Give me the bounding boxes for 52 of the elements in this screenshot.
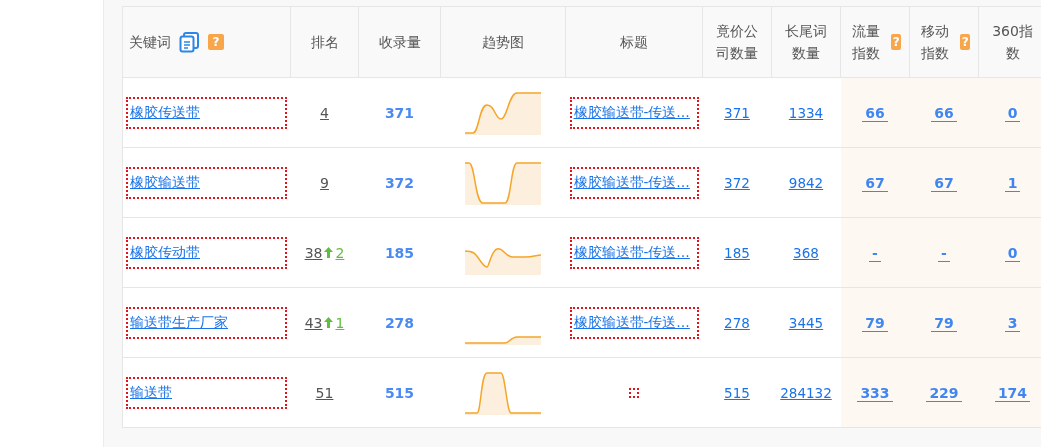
column-header: 标题: [620, 33, 648, 52]
indexed-count: 371: [384, 104, 415, 121]
indexed-count: 185: [384, 244, 415, 261]
index-360-link[interactable]: 0: [1004, 104, 1021, 122]
column-header: 竟价公司数量: [715, 22, 759, 63]
rank-link[interactable]: 9: [320, 174, 329, 191]
column-header: 流量指数: [851, 22, 882, 63]
index-360-link[interactable]: 174: [994, 384, 1031, 402]
index-360-link[interactable]: 3: [1004, 314, 1021, 332]
indexed-count: 278: [384, 314, 415, 331]
bid-company-link[interactable]: 371: [724, 104, 750, 121]
mobile-index-link[interactable]: 66: [931, 104, 957, 122]
rank-link[interactable]: 43: [304, 314, 323, 331]
bid-company-link[interactable]: 278: [724, 314, 750, 331]
empty-title-marker: [629, 387, 639, 398]
index-360-link[interactable]: 0: [1004, 244, 1021, 262]
copy-icon[interactable]: [179, 31, 200, 53]
rank-change-link[interactable]: 1: [335, 314, 345, 331]
column-header: 趋势图: [482, 33, 524, 52]
column-header: 360指数: [991, 22, 1034, 63]
mobile-index-link[interactable]: -: [938, 244, 950, 262]
column-header: 收录量: [378, 33, 421, 52]
up-arrow-icon: [324, 316, 334, 328]
column-header: 长尾词数量: [784, 22, 828, 63]
rank-link[interactable]: 4: [320, 104, 329, 121]
traffic-index-link[interactable]: 79: [862, 314, 888, 332]
mobile-index-link[interactable]: 79: [931, 314, 957, 332]
bid-company-link[interactable]: 185: [724, 244, 750, 261]
traffic-index-link[interactable]: 66: [862, 104, 888, 122]
indexed-count: 372: [384, 174, 415, 191]
up-arrow-icon: [324, 246, 334, 258]
mobile-index-link[interactable]: 229: [926, 384, 962, 402]
long-tail-link[interactable]: 9842: [788, 174, 824, 191]
long-tail-link[interactable]: 1334: [788, 104, 824, 121]
bid-company-link[interactable]: 372: [724, 174, 750, 191]
keyword-link[interactable]: 输送带: [130, 383, 172, 400]
long-tail-link[interactable]: 284132: [780, 384, 832, 401]
rank-link[interactable]: 51: [315, 384, 334, 401]
indexed-count: 515: [384, 384, 415, 401]
long-tail-link[interactable]: 368: [793, 244, 819, 261]
mobile-index-link[interactable]: 67: [931, 174, 957, 192]
traffic-index-link[interactable]: -: [869, 244, 881, 262]
traffic-index-link[interactable]: 333: [857, 384, 893, 402]
column-header: 关键词: [129, 33, 171, 52]
traffic-index-link[interactable]: 67: [862, 174, 888, 192]
index-360-link[interactable]: 1: [1004, 174, 1021, 192]
long-tail-link[interactable]: 3445: [788, 314, 824, 331]
bid-company-link[interactable]: 515: [724, 384, 750, 401]
rank-change-link[interactable]: 2: [335, 244, 345, 261]
column-header: 移动指数: [920, 22, 951, 63]
rank-link[interactable]: 38: [304, 244, 323, 261]
column-header: 排名: [310, 33, 339, 52]
